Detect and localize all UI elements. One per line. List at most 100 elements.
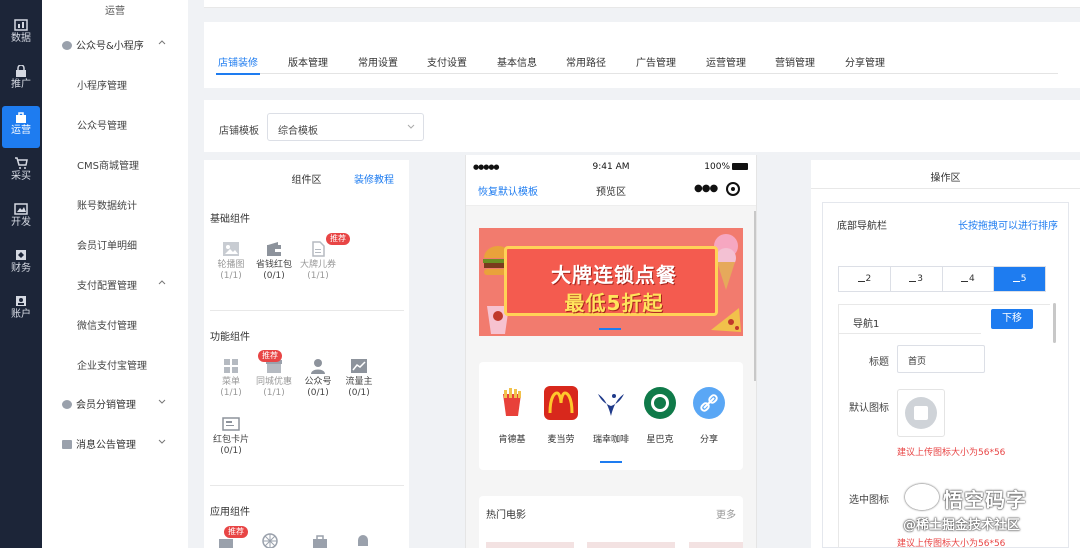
- menu-item-official-account[interactable]: 公众号管理: [77, 117, 127, 132]
- title-input[interactable]: 首页: [897, 345, 985, 373]
- menu-group-official-miniapp[interactable]: 公众号&小程序: [62, 37, 144, 52]
- gift-icon[interactable]: [217, 536, 235, 548]
- tab-ads[interactable]: 广告管理: [636, 54, 676, 69]
- operation-panel-title: 操作区: [930, 173, 961, 184]
- component-local-offers[interactable]: 同城优惠 (1/1): [252, 358, 296, 399]
- nav-count-selector: 2 3 4 5: [838, 266, 1046, 292]
- menu-item-payment-config[interactable]: 支付配置管理: [77, 277, 137, 292]
- brand-share[interactable]: 分享: [684, 386, 734, 445]
- component-coupon[interactable]: 大牌儿券 (1/1): [296, 241, 340, 282]
- brand-name: 分享: [699, 435, 718, 445]
- component-panel: 组件区 装修教程 基础组件 轮播图 (1/1) 省钱红包 (0/1) 大牌儿券 …: [204, 160, 409, 548]
- mcdonalds-logo-icon: [544, 386, 578, 420]
- menu-item-miniapp[interactable]: 小程序管理: [77, 77, 127, 92]
- brand-name: 星巴克: [646, 435, 674, 445]
- rail-item-operations[interactable]: 运营: [2, 106, 40, 148]
- chevron-down-icon[interactable]: [158, 437, 166, 445]
- component-traffic-owner[interactable]: 流量主 (0/1): [337, 358, 381, 399]
- component-name: 公众号: [304, 377, 332, 387]
- tab-share[interactable]: 分享管理: [845, 54, 885, 69]
- phone-status-bar: ●●●●● 9:41 AM 100%: [466, 155, 756, 180]
- operation-panel: 操作区 底部导航栏 长按拖拽可以进行排序 2 3 4 5 导航1 下移 标题 首…: [811, 160, 1080, 548]
- component-red-packet-card[interactable]: 红包卡片 (0/1): [209, 416, 253, 457]
- rail-item-data[interactable]: 数据: [0, 14, 42, 56]
- movie-thumb[interactable]: [486, 542, 574, 548]
- wheel-icon[interactable]: [261, 532, 279, 548]
- component-red-packet[interactable]: 省钱红包 (0/1): [252, 241, 296, 282]
- menu-item-wechat-pay[interactable]: 微信支付管理: [77, 317, 137, 332]
- component-official-account[interactable]: 公众号 (0/1): [296, 358, 340, 399]
- template-value: 综合模板: [278, 126, 318, 137]
- recommend-badge: 推荐: [326, 233, 350, 245]
- template-select[interactable]: 综合模板: [267, 113, 424, 141]
- movie-thumb[interactable]: [587, 542, 675, 548]
- tab-common-paths[interactable]: 常用路径: [566, 54, 606, 69]
- chevron-up-icon[interactable]: [158, 38, 166, 46]
- basic-section-title: 基础组件: [210, 214, 250, 225]
- component-count: (1/1): [307, 271, 329, 281]
- tab-store-decoration[interactable]: 店铺装修: [216, 54, 260, 75]
- rail-label: 采买: [11, 171, 31, 182]
- brand-luckin[interactable]: 瑞幸咖啡: [586, 386, 636, 445]
- template-label: 店铺模板: [219, 126, 259, 137]
- brand-mcdonalds[interactable]: 麦当劳: [536, 386, 586, 445]
- component-menu[interactable]: 菜单 (1/1): [209, 358, 253, 399]
- nav-count-label: 2: [865, 274, 872, 284]
- movie-thumb[interactable]: [689, 542, 743, 548]
- submenu: 运营 公众号&小程序 小程序管理 公众号管理 CMS商城管理 账号数据统计 会员…: [42, 0, 188, 548]
- tab-version[interactable]: 版本管理: [288, 54, 328, 69]
- menu-item-alipay[interactable]: 企业支付宝管理: [77, 357, 147, 372]
- component-name: 省钱红包: [255, 260, 292, 270]
- brand-kfc[interactable]: 肯德基: [487, 386, 537, 445]
- default-icon-upload[interactable]: [897, 389, 945, 437]
- menu-group-member-distribution[interactable]: 会员分销管理: [62, 396, 136, 411]
- rail-item-promote[interactable]: 推广: [0, 60, 42, 102]
- image-icon: [14, 203, 28, 215]
- scrollbar[interactable]: [1053, 303, 1056, 343]
- tab-payment-settings[interactable]: 支付设置: [427, 54, 467, 69]
- nav-count-4[interactable]: 4: [943, 267, 995, 291]
- tutorial-link[interactable]: 装修教程: [354, 171, 394, 186]
- rail-item-purchase[interactable]: 采买: [0, 152, 42, 194]
- menu-group-label: 会员分销管理: [76, 400, 136, 411]
- nav-count-2[interactable]: 2: [839, 267, 891, 291]
- rail-item-develop[interactable]: 开发: [0, 198, 42, 240]
- menu-item-cms[interactable]: CMS商城管理: [77, 157, 139, 172]
- tab-operations[interactable]: 运营管理: [706, 54, 746, 69]
- tab-common-settings[interactable]: 常用设置: [358, 54, 398, 69]
- component-count: (1/1): [220, 271, 242, 281]
- banner-frame: 大牌连锁点餐 最低5折起: [504, 246, 718, 316]
- tab-basic-info[interactable]: 基本信息: [497, 54, 537, 69]
- brand-starbucks[interactable]: 星巴克: [635, 386, 685, 445]
- more-icon[interactable]: ●●●: [694, 183, 718, 194]
- component-carousel[interactable]: 轮播图 (1/1): [209, 241, 253, 282]
- rail-item-finance[interactable]: 财务: [0, 244, 42, 286]
- tab-bar: 店铺装修 版本管理 常用设置 支付设置 基本信息 常用路径 广告管理 运营管理 …: [216, 54, 1058, 75]
- default-icon-label: 默认图标: [849, 403, 889, 414]
- wallet-icon: [267, 242, 281, 256]
- nav-count-label: 5: [1020, 274, 1027, 284]
- menu-item-account-stats[interactable]: 账号数据统计: [77, 197, 137, 212]
- recommend-badge: 推荐: [258, 350, 282, 362]
- diamond-icon: [16, 250, 26, 260]
- move-down-button[interactable]: 下移: [991, 309, 1033, 329]
- chat-icon: [62, 41, 72, 50]
- tab-marketing[interactable]: 营销管理: [775, 54, 815, 69]
- rail-item-account[interactable]: 账户: [0, 290, 42, 332]
- promo-banner[interactable]: 大牌连锁点餐 最低5折起: [479, 228, 743, 336]
- message-icon: [62, 440, 72, 449]
- selected-icon-label: 选中图标: [849, 495, 889, 506]
- brand-menu: 肯德基 麦当劳 瑞幸咖啡 星巴克 分享: [479, 362, 743, 470]
- nav-count-5[interactable]: 5: [994, 267, 1045, 291]
- chevron-down-icon[interactable]: [158, 397, 166, 405]
- target-icon[interactable]: [726, 182, 740, 196]
- bag-icon[interactable]: [311, 534, 329, 548]
- more-link[interactable]: 更多: [716, 506, 736, 521]
- main-rail: 数据 推广 运营 采买 开发 财务 账户: [0, 0, 42, 548]
- menu-item-member-orders[interactable]: 会员订单明细: [77, 237, 137, 252]
- scrollbar[interactable]: [754, 211, 756, 381]
- bell-icon[interactable]: [354, 532, 372, 548]
- chevron-up-icon[interactable]: [158, 278, 166, 286]
- nav-count-3[interactable]: 3: [891, 267, 943, 291]
- menu-group-notices[interactable]: 消息公告管理: [62, 436, 136, 451]
